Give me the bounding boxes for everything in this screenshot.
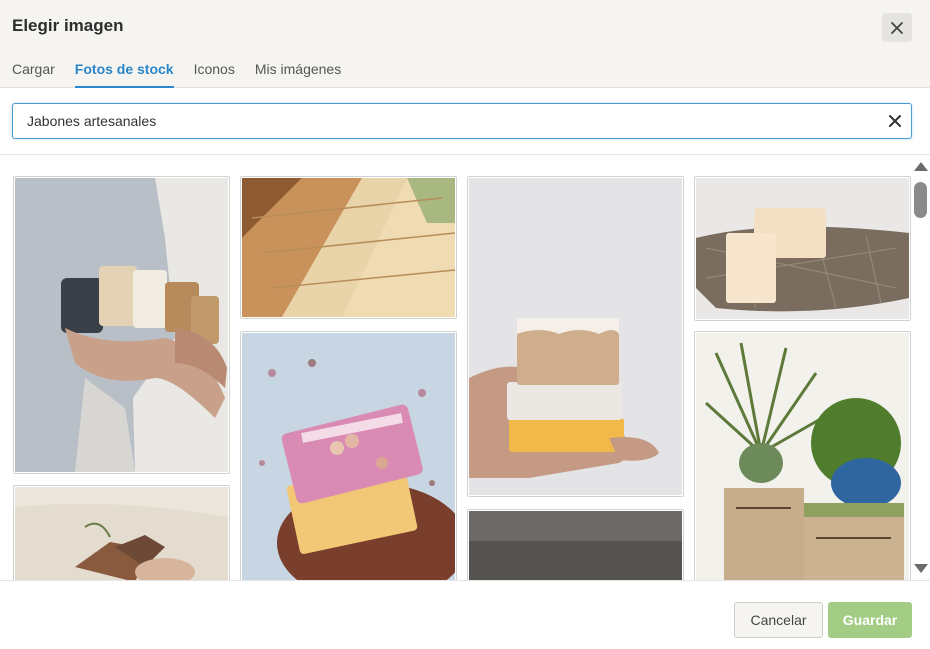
scroll-up-arrow-icon[interactable] bbox=[914, 162, 928, 171]
dialog-header: Elegir imagen Cargar Fotos de stock Icon… bbox=[0, 0, 930, 88]
close-icon bbox=[891, 21, 903, 34]
dialog-title: Elegir imagen bbox=[12, 16, 124, 35]
tab-mis-imagenes[interactable]: Mis imágenes bbox=[255, 61, 341, 88]
tab-bar: Cargar Fotos de stock Iconos Mis imágene… bbox=[12, 61, 361, 88]
clear-icon[interactable] bbox=[887, 113, 903, 129]
save-button[interactable]: Guardar bbox=[828, 602, 912, 638]
gallery-scrollbar[interactable] bbox=[911, 158, 930, 578]
dialog-footer: Cancelar Guardar bbox=[0, 580, 930, 649]
scroll-thumb[interactable] bbox=[914, 182, 927, 218]
search-box bbox=[12, 103, 912, 139]
stock-image-hands-holding-soaps[interactable] bbox=[13, 176, 230, 474]
stock-image-wrapped-soaps[interactable] bbox=[13, 485, 230, 580]
close-button[interactable] bbox=[882, 13, 912, 42]
image-gallery bbox=[0, 155, 930, 580]
tab-cargar[interactable]: Cargar bbox=[12, 61, 55, 88]
stock-image-pink-soap-rosebuds[interactable] bbox=[240, 331, 457, 580]
tab-iconos[interactable]: Iconos bbox=[194, 61, 235, 88]
stock-image-plants-soap-boxes[interactable] bbox=[694, 331, 911, 580]
scroll-down-arrow-icon[interactable] bbox=[914, 564, 928, 573]
stock-image-soap-rows[interactable] bbox=[240, 176, 457, 319]
tab-fotos-de-stock[interactable]: Fotos de stock bbox=[74, 61, 174, 88]
cancel-button[interactable]: Cancelar bbox=[734, 602, 823, 638]
stock-image-soap-on-net[interactable] bbox=[694, 176, 911, 321]
stock-image-dark-background[interactable] bbox=[467, 509, 684, 580]
search-input[interactable] bbox=[13, 104, 873, 138]
stock-image-stacked-soaps-hand[interactable] bbox=[467, 176, 684, 497]
